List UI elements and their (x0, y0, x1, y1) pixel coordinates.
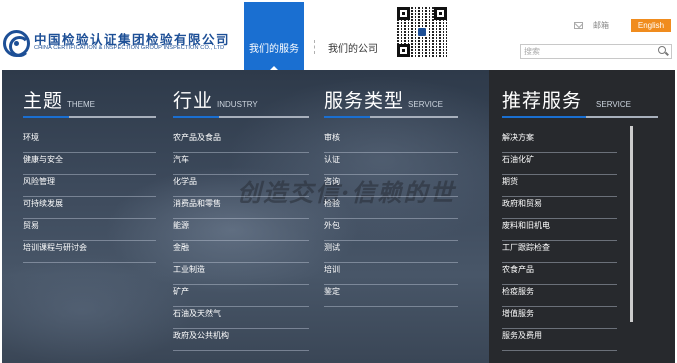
menu-item[interactable]: 农食产品 (502, 263, 617, 285)
column-title-cn: 行业 (173, 90, 214, 112)
column-underline (23, 116, 156, 118)
qr-code-icon (397, 7, 447, 57)
menu-item[interactable]: 培训课程与研讨会 (23, 241, 156, 263)
menu-item[interactable]: 期货 (502, 175, 617, 197)
menu-item[interactable]: 环境 (23, 131, 156, 153)
menu-item[interactable]: 消费品和零售 (173, 197, 309, 219)
menu-item[interactable]: 测试 (324, 241, 458, 263)
column-title-en: SERVICE (408, 100, 443, 109)
menu-item[interactable]: 能源 (173, 219, 309, 241)
column-title-service-type: 服务类型 SERVICE (324, 86, 443, 113)
column-underline (502, 116, 658, 118)
nav-our-services-label: 我们的服务 (249, 44, 299, 55)
menu-item[interactable]: 石油及天然气 (173, 307, 309, 329)
english-language-button[interactable]: English (631, 19, 671, 32)
search-icon[interactable] (657, 46, 669, 57)
menu-item[interactable]: 增值服务 (502, 307, 617, 329)
menu-item[interactable]: 外包 (324, 219, 458, 241)
menu-item[interactable]: 贸易 (23, 219, 156, 241)
menu-item[interactable]: 汽车 (173, 153, 309, 175)
column-title-en: THEME (67, 100, 96, 109)
menu-item[interactable]: 农产品及食品 (173, 131, 309, 153)
menu-item[interactable]: 健康与安全 (23, 153, 156, 175)
menu-item[interactable]: 化学品 (173, 175, 309, 197)
company-name-en: CHINA CERTIFICATION & INSPECTION GROUP I… (34, 45, 225, 51)
menu-item[interactable]: 检验 (324, 197, 458, 219)
nav-our-services[interactable]: 我们的服务 (244, 2, 304, 70)
menu-item[interactable]: 工厂跟踪检查 (502, 241, 617, 263)
site-header: 中国检验认证集团检验有限公司 CHINA CERTIFICATION & INS… (0, 0, 677, 70)
menu-item[interactable]: 咨询 (324, 175, 458, 197)
menu-item[interactable]: 审核 (324, 131, 458, 153)
menu-item[interactable]: 解决方案 (502, 131, 617, 153)
services-mega-menu: 创造交信·信赖的世 主题 THEME 环境 健康与安全 风险管理 可持续发展 贸易… (2, 70, 675, 363)
company-logo-icon[interactable] (3, 30, 30, 57)
column-title-en: INDUSTRY (217, 100, 258, 109)
search-input[interactable] (524, 45, 652, 58)
menu-item[interactable]: 政府和贸易 (502, 197, 617, 219)
menu-item[interactable]: 认证 (324, 153, 458, 175)
column-title-en: SERVICE (596, 100, 631, 109)
column-title-cn: 服务类型 (324, 90, 405, 112)
menu-item[interactable]: 石油化矿 (502, 153, 617, 175)
menu-item[interactable]: 矿产 (173, 285, 309, 307)
column-underline (173, 116, 309, 118)
column-title-cn: 主题 (23, 90, 64, 112)
recommended-scrollbar[interactable] (630, 126, 633, 322)
column-title-recommended: 推荐服务 SERVICE (502, 86, 631, 113)
menu-item[interactable]: 可持续发展 (23, 197, 156, 219)
menu-item[interactable]: 金融 (173, 241, 309, 263)
menu-item[interactable]: 风险管理 (23, 175, 156, 197)
search-box (520, 44, 672, 59)
column-underline (324, 116, 458, 118)
menu-item[interactable]: 鉴定 (324, 285, 458, 307)
menu-item[interactable]: 政府及公共机构 (173, 329, 309, 351)
menu-item[interactable]: 检疫服务 (502, 285, 617, 307)
mail-link[interactable]: 邮箱 (593, 20, 609, 31)
nav-divider (314, 40, 315, 54)
menu-item[interactable]: 废料和旧机电 (502, 219, 617, 241)
mail-icon[interactable] (574, 22, 583, 29)
column-title-industry: 行业 INDUSTRY (173, 86, 258, 113)
column-title-cn: 推荐服务 (502, 90, 583, 112)
column-title-theme: 主题 THEME (23, 86, 95, 113)
nav-our-company[interactable]: 我们的公司 (328, 40, 378, 55)
menu-item[interactable]: 工业制造 (173, 263, 309, 285)
menu-item[interactable]: 服务及费用 (502, 329, 617, 351)
menu-item[interactable]: 培训 (324, 263, 458, 285)
